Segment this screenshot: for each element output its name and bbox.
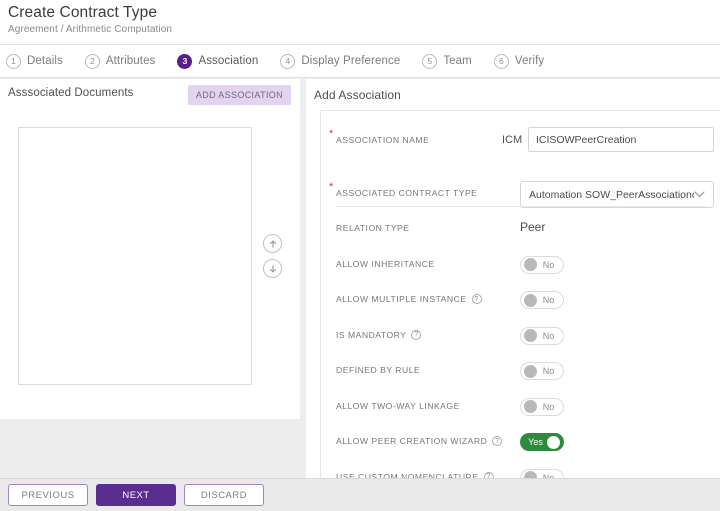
step-label: Details — [27, 55, 63, 67]
setting-label-text: ALLOW TWO-WAY LINKAGE — [336, 400, 460, 411]
step-team[interactable]: 5 Team — [422, 53, 472, 69]
associated-documents-panel: Asssociated Documents ADD ASSOCIATION — [0, 79, 300, 419]
setting-toggle[interactable]: Yes — [520, 433, 564, 451]
toggle-knob — [524, 258, 537, 271]
step-label: Team — [443, 55, 472, 67]
setting-toggle[interactable]: No — [520, 291, 564, 309]
associated-documents-title: Asssociated Documents — [8, 87, 134, 99]
associated-contract-type-select[interactable]: Automation SOW_PeerAssociationcre... — [520, 181, 714, 208]
add-association-form: * ASSOCIATION NAME ICM * ASSOCIATED CONT… — [320, 110, 720, 487]
step-label: Attributes — [105, 55, 156, 67]
reorder-controls — [263, 234, 282, 278]
associated-contract-type-label: ASSOCIATED CONTRACT TYPE — [336, 188, 478, 198]
arrow-up-circle-icon[interactable] — [263, 234, 282, 253]
required-asterisk: * — [329, 128, 334, 140]
toggle-label: No — [542, 295, 555, 305]
setting-label-text: RELATION TYPE — [336, 223, 410, 233]
setting-label-text: DEFINED BY RULE — [336, 365, 421, 375]
toggle-label: No — [542, 330, 555, 341]
setting-toggle[interactable]: No — [520, 362, 564, 380]
breadcrumb: Agreement / Arithmetic Computation — [8, 24, 173, 35]
arrow-down-circle-icon[interactable] — [263, 259, 282, 278]
body-area: Asssociated Documents ADD ASSOCIATION Ad… — [0, 79, 720, 487]
toggle-label: No — [542, 259, 555, 270]
step-label: Association — [198, 55, 259, 67]
setting-label-text: ALLOW MULTIPLE INSTANCE — [336, 294, 467, 304]
add-association-button[interactable]: ADD ASSOCIATION — [187, 85, 291, 105]
setting-label: ALLOW TWO-WAY LINKAGE — [336, 401, 460, 411]
wizard-footer: PREVIOUS NEXT DISCARD — [0, 478, 720, 511]
step-number-badge: 3 — [177, 53, 193, 69]
toggle-label: Yes — [528, 437, 543, 447]
page-title: Create Contract Type — [8, 4, 158, 21]
toggle-knob — [524, 400, 537, 413]
chevron-down-icon — [694, 189, 705, 201]
association-name-input[interactable] — [528, 127, 714, 152]
setting-row: RELATION TYPE Peer — [321, 212, 720, 248]
association-settings-rows: RELATION TYPE Peer ALLOW INHERITANCE No ALLO… — [321, 212, 720, 496]
setting-row: ALLOW INHERITANCE No — [321, 248, 720, 284]
setting-label: RELATION TYPE — [336, 223, 410, 233]
question-circle-icon[interactable]: ? — [492, 436, 503, 446]
setting-toggle[interactable]: No — [520, 255, 564, 274]
setting-label: ALLOW MULTIPLE INSTANCE? — [336, 294, 482, 304]
setting-label: DEFINED BY RULE — [336, 365, 420, 375]
form-divider — [336, 206, 706, 207]
toggle-knob — [524, 293, 537, 307]
step-verify[interactable]: 6 Verify — [493, 53, 545, 69]
setting-row: ALLOW PEER CREATION WIZARD? Yes — [321, 425, 720, 461]
setting-label: ALLOW INHERITANCE — [336, 259, 435, 269]
add-association-title: Add Association — [314, 88, 401, 102]
setting-row: DEFINED BY RULE No — [321, 354, 720, 390]
association-name-label: ASSOCIATION NAME — [336, 135, 430, 145]
setting-label-text: ALLOW INHERITANCE — [336, 258, 435, 269]
setting-row: ALLOW MULTIPLE INSTANCE? No — [321, 283, 720, 319]
step-number-badge: 6 — [493, 53, 509, 69]
page-header: Create Contract Type Agreement / Arithme… — [0, 0, 720, 44]
next-button[interactable]: NEXT — [96, 484, 176, 506]
step-number-badge: 1 — [6, 53, 21, 69]
toggle-label: No — [542, 366, 555, 376]
setting-value: Peer — [520, 220, 546, 234]
associated-documents-header: Asssociated Documents ADD ASSOCIATION — [0, 79, 300, 111]
create-contract-type-page: Create Contract Type Agreement / Arithme… — [0, 0, 720, 511]
step-label: Verify — [514, 55, 545, 67]
step-display-preference[interactable]: 4 Display Preference — [280, 53, 401, 69]
setting-label: ALLOW PEER CREATION WIZARD? — [336, 436, 503, 446]
step-number-badge: 2 — [84, 53, 100, 69]
toggle-knob — [524, 364, 537, 378]
setting-toggle[interactable]: No — [520, 326, 564, 345]
required-asterisk: * — [329, 181, 334, 193]
setting-row: IS MANDATORY? No — [321, 319, 720, 355]
toggle-knob — [547, 435, 560, 449]
toggle-knob — [524, 329, 537, 342]
associated-contract-type-value: Automation SOW_PeerAssociationcre... — [529, 188, 694, 201]
step-association[interactable]: 3 Association — [177, 53, 259, 69]
step-number-badge: 5 — [422, 53, 438, 69]
question-circle-icon[interactable]: ? — [471, 294, 482, 304]
setting-label-text: IS MANDATORY — [336, 329, 407, 340]
wizard-stepper: 1 Details 2 Attributes 3 Association 4 Display … — [0, 44, 720, 78]
icm-prefix-label: ICM — [502, 134, 523, 146]
step-label: Display Preference — [301, 55, 401, 67]
step-attributes[interactable]: 2 Attributes — [84, 53, 156, 69]
step-number-badge: 4 — [280, 53, 296, 69]
setting-row: ALLOW TWO-WAY LINKAGE No — [321, 390, 720, 426]
setting-label: IS MANDATORY? — [336, 329, 422, 340]
add-association-panel: Add Association * ASSOCIATION NAME ICM *… — [306, 79, 720, 487]
question-circle-icon[interactable]: ? — [411, 329, 422, 340]
toggle-label: No — [542, 401, 555, 412]
setting-toggle[interactable]: No — [520, 397, 564, 416]
association-name-row: * ASSOCIATION NAME ICM — [321, 119, 720, 162]
previous-button[interactable]: PREVIOUS — [8, 484, 88, 506]
associated-documents-list[interactable] — [18, 127, 252, 385]
discard-button[interactable]: DISCARD — [184, 484, 264, 506]
associated-contract-type-row: * ASSOCIATED CONTRACT TYPE Automation SO… — [321, 172, 720, 215]
step-details[interactable]: 1 Details — [6, 53, 63, 69]
setting-label-text: ALLOW PEER CREATION WIZARD — [336, 436, 488, 446]
